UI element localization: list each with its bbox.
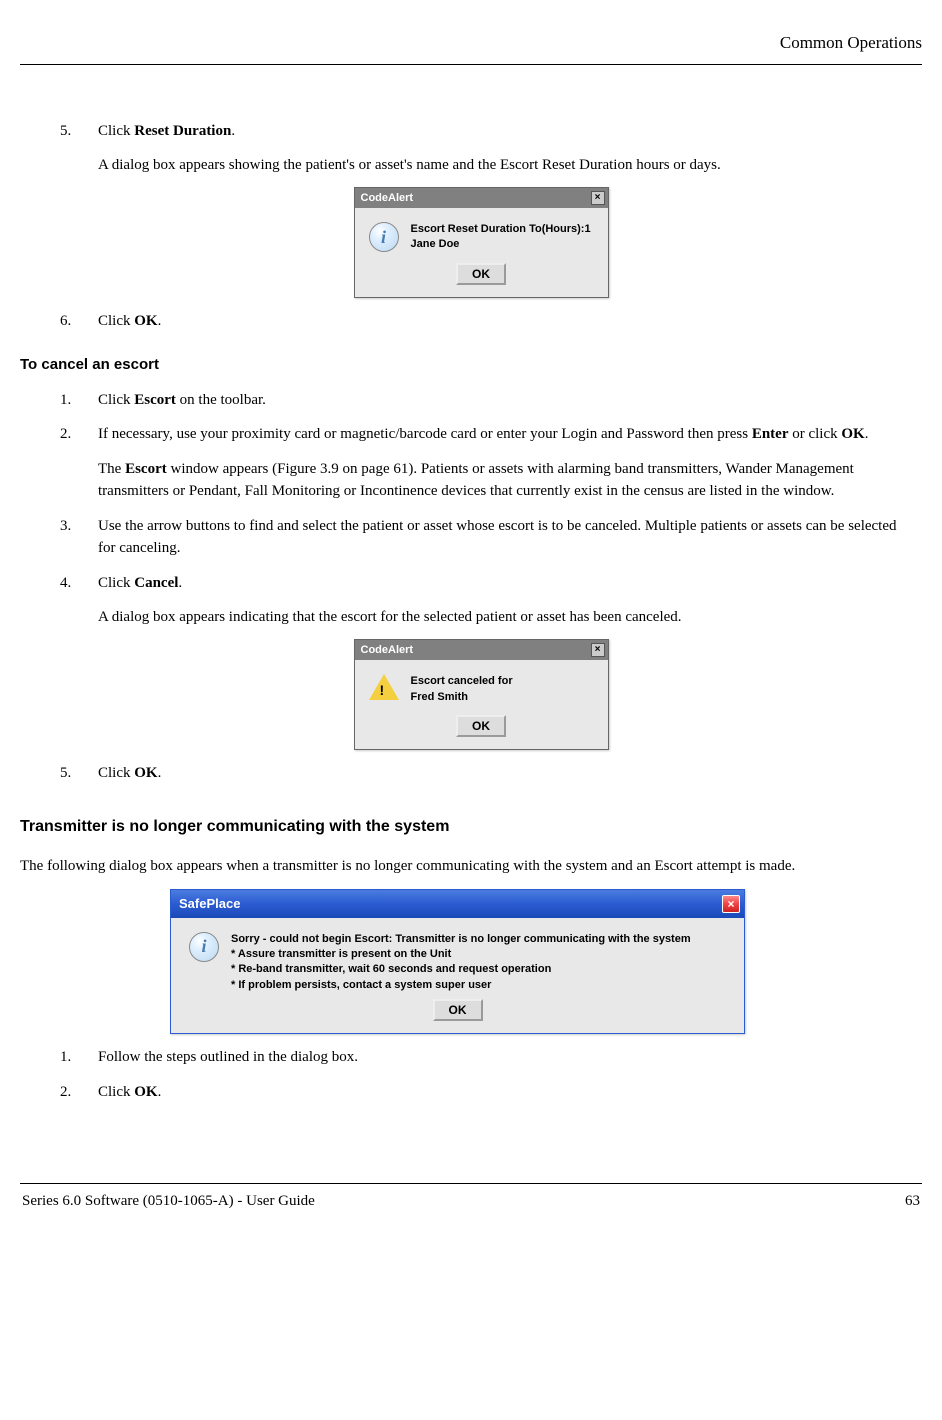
step-description: A dialog box appears showing the patient…	[98, 154, 902, 177]
list-item: 5. Click OK.	[60, 762, 902, 785]
list-item: 4. Click Cancel. A dialog box appears in…	[60, 572, 902, 629]
text: .	[865, 426, 869, 442]
ui-ref: Cancel	[134, 575, 178, 591]
footer-rule	[20, 1183, 922, 1184]
text: .	[158, 1084, 162, 1100]
dialog-message-line: * Assure transmitter is present on the U…	[231, 947, 691, 962]
dialog-figure: SafePlace × i Sorry - could not begin Es…	[60, 889, 902, 1034]
header-rule	[20, 64, 922, 65]
list-item: 3. Use the arrow buttons to find and sel…	[60, 515, 902, 560]
ok-button[interactable]: OK	[456, 263, 506, 285]
step-number: 4.	[60, 572, 98, 629]
text: Use the arrow buttons to find and select…	[98, 518, 897, 557]
text: The	[98, 461, 125, 477]
info-icon: i	[369, 222, 399, 252]
section-intro: The following dialog box appears when a …	[20, 855, 902, 878]
ui-ref: Escort	[134, 392, 176, 408]
ui-ref: OK	[134, 1084, 157, 1100]
dialog-figure: CodeAlert × i Escort Reset Duration To(H…	[60, 187, 902, 298]
text: Click	[98, 575, 134, 591]
codealert-dialog: CodeAlert × Escort canceled for Fred Smi…	[354, 639, 609, 750]
close-icon[interactable]: ×	[591, 191, 605, 205]
ui-ref: Reset Duration	[134, 123, 231, 139]
list-item: 5. Click Reset Duration. A dialog box ap…	[60, 120, 902, 177]
text: Click	[98, 392, 134, 408]
dialog-message-line: * Re-band transmitter, wait 60 seconds a…	[231, 962, 691, 977]
chapter-title: Common Operations	[20, 30, 922, 56]
text: on the toolbar.	[176, 392, 266, 408]
dialog-message-line: Sorry - could not begin Escort: Transmit…	[231, 932, 691, 947]
step-number: 2.	[60, 423, 98, 503]
list-item: 2. If necessary, use your proximity card…	[60, 423, 902, 503]
text: Click	[98, 313, 134, 329]
dialog-message-line: * If problem persists, contact a system …	[231, 978, 691, 993]
dialog-message-line: Escort canceled for	[411, 674, 513, 689]
dialog-titlebar: CodeAlert ×	[355, 640, 608, 661]
footer-left: Series 6.0 Software (0510-1065-A) - User…	[22, 1190, 315, 1213]
step-description: A dialog box appears indicating that the…	[98, 606, 902, 629]
ok-button[interactable]: OK	[456, 715, 506, 737]
text: Click	[98, 765, 134, 781]
text: If necessary, use your proximity card or…	[98, 426, 752, 442]
step-number: 2.	[60, 1081, 98, 1104]
step-number: 5.	[60, 762, 98, 785]
dialog-titlebar: SafePlace ×	[171, 890, 744, 918]
page-footer: Series 6.0 Software (0510-1065-A) - User…	[20, 1190, 922, 1213]
text: window appears (Figure 3.9 on page 61). …	[98, 461, 854, 500]
codealert-dialog: CodeAlert × i Escort Reset Duration To(H…	[354, 187, 609, 298]
ui-ref: OK	[134, 765, 157, 781]
dialog-message-line: Jane Doe	[411, 237, 591, 252]
dialog-title: CodeAlert	[361, 642, 414, 659]
step-number: 1.	[60, 1046, 98, 1069]
dialog-figure: CodeAlert × Escort canceled for Fred Smi…	[60, 639, 902, 750]
section-heading: Transmitter is no longer communicating w…	[20, 815, 902, 839]
step-number: 6.	[60, 310, 98, 333]
ui-ref: Enter	[752, 426, 789, 442]
dialog-title: CodeAlert	[361, 190, 414, 207]
safeplace-dialog: SafePlace × i Sorry - could not begin Es…	[170, 889, 745, 1034]
info-icon: i	[189, 932, 219, 962]
dialog-title: SafePlace	[179, 894, 240, 914]
text: or click	[788, 426, 841, 442]
list-item: 2. Click OK.	[60, 1081, 902, 1104]
text: .	[231, 123, 235, 139]
text: .	[158, 313, 162, 329]
step-number: 3.	[60, 515, 98, 560]
warning-icon	[369, 674, 399, 700]
dialog-message-line: Escort Reset Duration To(Hours):1	[411, 222, 591, 237]
dialog-titlebar: CodeAlert ×	[355, 188, 608, 209]
dialog-message-line: Fred Smith	[411, 690, 513, 705]
ok-button[interactable]: OK	[433, 999, 483, 1021]
list-item: 1. Click Escort on the toolbar.	[60, 389, 902, 412]
ui-ref: OK	[134, 313, 157, 329]
list-item: 6. Click OK.	[60, 310, 902, 333]
text: Click	[98, 1084, 134, 1100]
step-number: 1.	[60, 389, 98, 412]
page-number: 63	[905, 1190, 920, 1213]
text: Click	[98, 123, 134, 139]
ui-ref: Escort	[125, 461, 167, 477]
close-icon[interactable]: ×	[591, 643, 605, 657]
list-item: 1. Follow the steps outlined in the dial…	[60, 1046, 902, 1069]
ui-ref: OK	[841, 426, 864, 442]
text: Follow the steps outlined in the dialog …	[98, 1049, 358, 1065]
section-heading: To cancel an escort	[20, 354, 902, 377]
close-icon[interactable]: ×	[722, 895, 740, 913]
text: .	[178, 575, 182, 591]
text: .	[158, 765, 162, 781]
step-number: 5.	[60, 120, 98, 177]
